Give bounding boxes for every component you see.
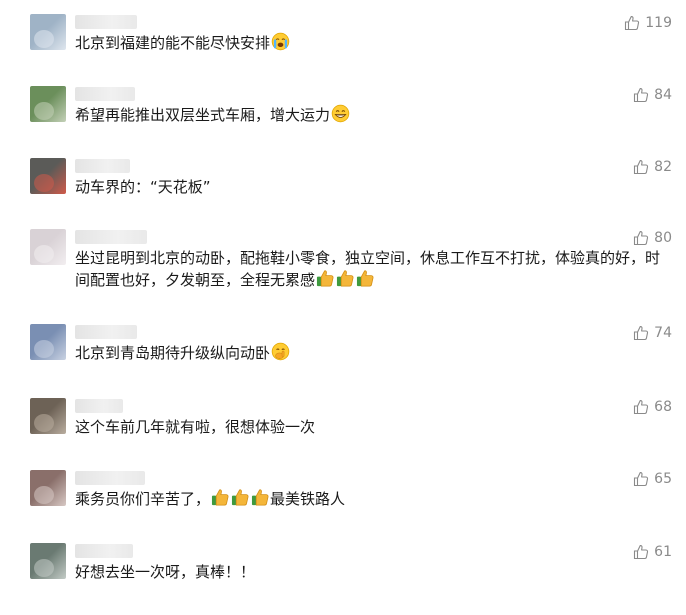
like-count: 68 bbox=[654, 399, 672, 415]
comment-text: 北京到青岛期待升级纵向动卧 bbox=[75, 342, 670, 364]
comment-text-body: 希望再能推出双层坐式车厢，增大运力 bbox=[75, 106, 331, 124]
comment-text: 希望再能推出双层坐式车厢，增大运力 bbox=[75, 104, 670, 126]
comment-text-body: 北京到青岛期待升级纵向动卧 bbox=[75, 344, 271, 362]
username[interactable] bbox=[75, 544, 133, 558]
avatar[interactable] bbox=[30, 229, 66, 265]
username[interactable] bbox=[75, 399, 123, 413]
thumbs-up-outline-icon bbox=[634, 545, 649, 560]
thumbs-up-icon bbox=[251, 489, 269, 506]
thumbs-up-icon bbox=[231, 489, 249, 506]
comment-text-body: 北京到福建的能不能尽快安排 bbox=[75, 34, 271, 52]
avatar[interactable] bbox=[30, 324, 66, 360]
comment-item: 希望再能推出双层坐式车厢，增大运力 84 bbox=[0, 86, 686, 158]
username[interactable] bbox=[75, 325, 137, 339]
thumbs-up-icon bbox=[211, 489, 229, 506]
thumbs-up-outline-icon bbox=[634, 160, 649, 175]
comment-text: 乘务员你们辛苦了， 最美铁路人 bbox=[75, 488, 670, 510]
comment-text-tail: 最美铁路人 bbox=[270, 490, 346, 508]
thumbs-up-outline-icon bbox=[634, 400, 649, 415]
like-button[interactable]: 74 bbox=[633, 324, 672, 342]
username[interactable] bbox=[75, 87, 135, 101]
like-count: 80 bbox=[654, 230, 672, 246]
like-count: 65 bbox=[654, 471, 672, 487]
avatar-blur bbox=[34, 559, 54, 577]
thumbs-up-icon bbox=[336, 270, 354, 287]
comment-item: 坐过昆明到北京的动卧，配拖鞋小零食，独立空间，休息工作互不打扰，体验真的好，时间… bbox=[0, 229, 686, 301]
comment-text-body: 乘务员你们辛苦了， bbox=[75, 490, 211, 508]
avatar-blur bbox=[34, 30, 54, 48]
comment-item: 动车界的：“天花板” 82 bbox=[0, 158, 686, 230]
comment-feed: 北京到福建的能不能尽快安排 119 希望再能推出双层坐式车厢，增大运力 84 动… bbox=[0, 0, 686, 607]
avatar-blur bbox=[34, 174, 54, 192]
avatar-blur bbox=[34, 486, 54, 504]
thumbs-up-outline-icon bbox=[634, 88, 649, 103]
comment-item: 北京到福建的能不能尽快安排 119 bbox=[0, 14, 686, 86]
like-button[interactable]: 84 bbox=[633, 86, 672, 104]
avatar[interactable] bbox=[30, 543, 66, 579]
like-button[interactable]: 65 bbox=[633, 470, 672, 488]
username[interactable] bbox=[75, 15, 137, 29]
avatar[interactable] bbox=[30, 158, 66, 194]
username[interactable] bbox=[75, 159, 130, 173]
comment-text-body: 动车界的：“天花板” bbox=[75, 178, 211, 196]
comment-text: 动车界的：“天花板” bbox=[75, 176, 670, 198]
like-button[interactable]: 68 bbox=[633, 398, 672, 416]
avatar-blur bbox=[34, 245, 54, 263]
avatar[interactable] bbox=[30, 14, 66, 50]
like-count: 82 bbox=[654, 159, 672, 175]
like-button[interactable]: 80 bbox=[633, 229, 672, 247]
avatar[interactable] bbox=[30, 86, 66, 122]
avatar[interactable] bbox=[30, 470, 66, 506]
avatar-blur bbox=[34, 340, 54, 358]
like-count: 61 bbox=[654, 544, 672, 560]
comment-text: 好想去坐一次呀，真棒！！ bbox=[75, 561, 670, 583]
comment-text-body: 好想去坐一次呀，真棒！！ bbox=[75, 563, 256, 581]
username[interactable] bbox=[75, 230, 147, 244]
avatar-blur bbox=[34, 414, 54, 432]
comment-text: 北京到福建的能不能尽快安排 bbox=[75, 32, 670, 54]
thumbs-up-icon bbox=[316, 270, 334, 287]
comment-item: 北京到青岛期待升级纵向动卧 74 bbox=[0, 324, 686, 396]
comment-item: 乘务员你们辛苦了， 最美铁路人 65 bbox=[0, 470, 686, 542]
comment-item: 这个车前几年就有啦，很想体验一次 68 bbox=[0, 398, 686, 470]
crying-face-icon bbox=[271, 32, 290, 51]
thumbs-up-outline-icon bbox=[634, 231, 649, 246]
shushing-face-icon bbox=[271, 342, 290, 361]
like-count: 74 bbox=[654, 325, 672, 341]
comment-text: 这个车前几年就有啦，很想体验一次 bbox=[75, 416, 670, 438]
like-count: 84 bbox=[654, 87, 672, 103]
like-button[interactable]: 82 bbox=[633, 158, 672, 176]
grinning-face-icon bbox=[331, 104, 350, 123]
comment-text-body: 这个车前几年就有啦，很想体验一次 bbox=[75, 418, 316, 436]
like-button[interactable]: 119 bbox=[624, 14, 672, 32]
comment-item: 好想去坐一次呀，真棒！！ 61 bbox=[0, 543, 686, 615]
avatar-blur bbox=[34, 102, 54, 120]
like-button[interactable]: 61 bbox=[633, 543, 672, 561]
comment-text: 坐过昆明到北京的动卧，配拖鞋小零食，独立空间，休息工作互不打扰，体验真的好，时间… bbox=[75, 247, 670, 291]
username[interactable] bbox=[75, 471, 145, 485]
thumbs-up-outline-icon bbox=[625, 16, 640, 31]
avatar[interactable] bbox=[30, 398, 66, 434]
thumbs-up-outline-icon bbox=[634, 326, 649, 341]
thumbs-up-outline-icon bbox=[634, 472, 649, 487]
like-count: 119 bbox=[645, 15, 672, 31]
thumbs-up-icon bbox=[356, 270, 374, 287]
